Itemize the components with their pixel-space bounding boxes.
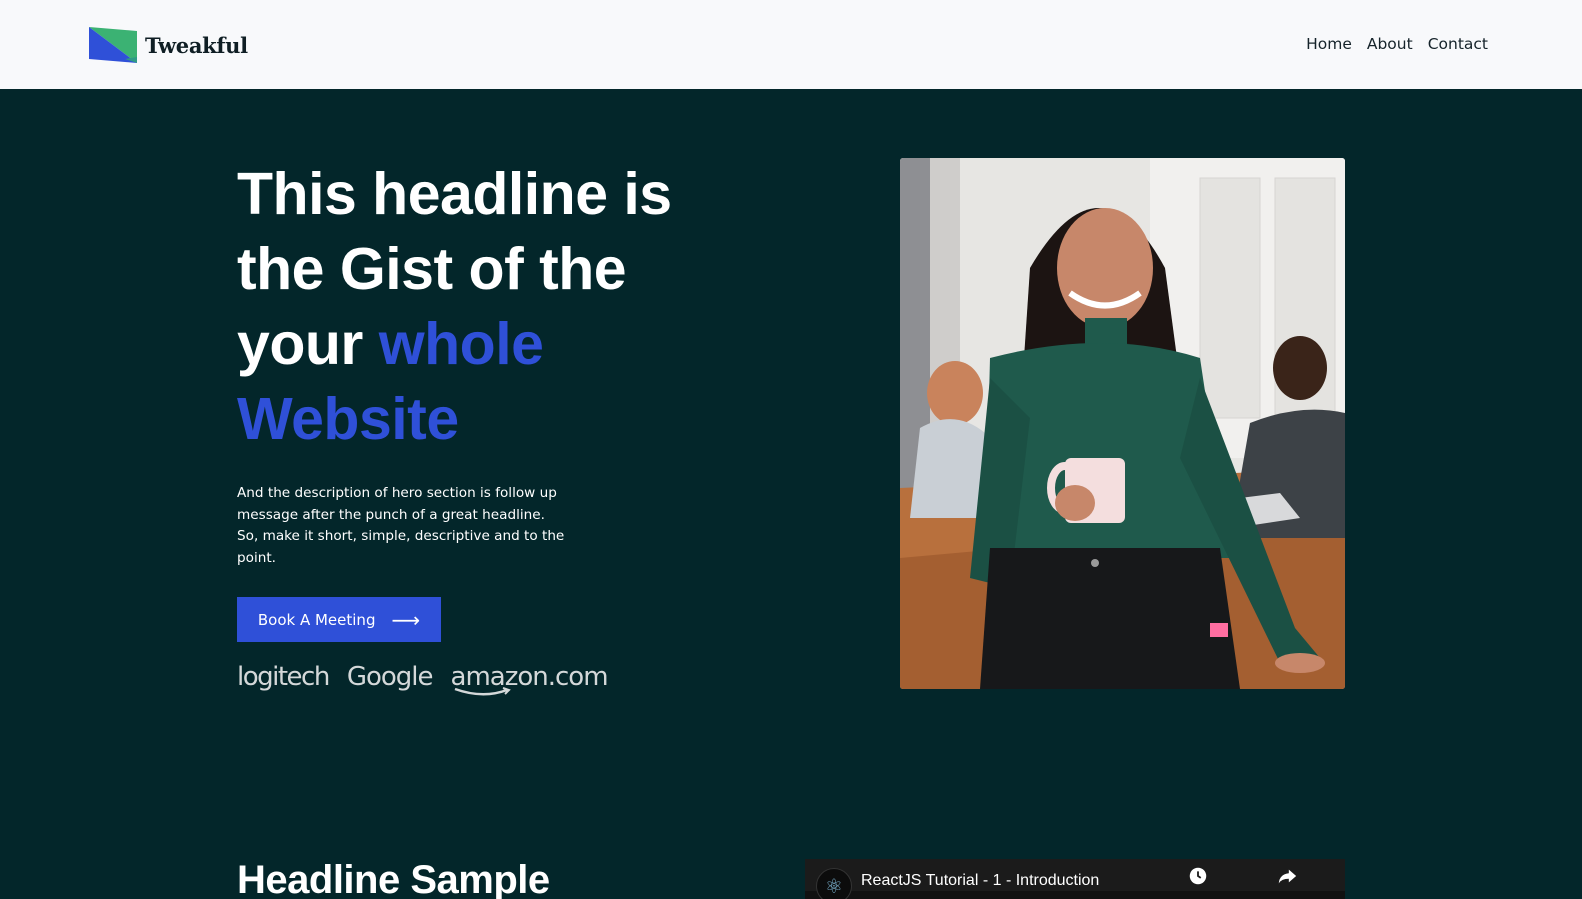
- google-logo: Google: [346, 662, 434, 692]
- brand-name: Tweakful: [145, 32, 248, 58]
- nav-contact[interactable]: Contact: [1428, 35, 1488, 53]
- section-headline: Headline Sample: [237, 858, 550, 899]
- nav-home[interactable]: Home: [1306, 35, 1352, 53]
- video-embed[interactable]: ⚛ ReactJS Tutorial - 1 - Introduction: [805, 859, 1345, 899]
- nav-about[interactable]: About: [1367, 35, 1413, 53]
- book-meeting-label: Book A Meeting: [257, 610, 376, 629]
- watch-later-icon[interactable]: [1187, 865, 1209, 887]
- arrow-right-icon: ⟶: [391, 607, 421, 632]
- hero-description: And the description of hero section is f…: [237, 485, 565, 567]
- amazon-smile-icon: [454, 687, 511, 696]
- hero-photo-illustration: [900, 158, 1345, 689]
- amazon-logo: amazon.com: [451, 664, 609, 696]
- share-icon[interactable]: [1276, 865, 1298, 887]
- logitech-logo: logitech: [237, 662, 330, 692]
- logo-mark-icon: [89, 27, 137, 63]
- hero-headline: This headline is the Gist of the your wh…: [237, 157, 737, 457]
- hero-photo: [900, 158, 1345, 689]
- book-meeting-button[interactable]: Book A Meeting ⟶: [237, 597, 441, 642]
- channel-avatar-icon[interactable]: ⚛: [816, 868, 852, 899]
- partner-logos: logitech Google amazon.com: [237, 662, 609, 696]
- video-title[interactable]: ReactJS Tutorial - 1 - Introduction: [861, 872, 1099, 890]
- site-header: Tweakful Home About Contact: [0, 0, 1582, 89]
- main-nav: Home About Contact: [1306, 35, 1488, 53]
- brand-logo[interactable]: Tweakful: [89, 27, 248, 63]
